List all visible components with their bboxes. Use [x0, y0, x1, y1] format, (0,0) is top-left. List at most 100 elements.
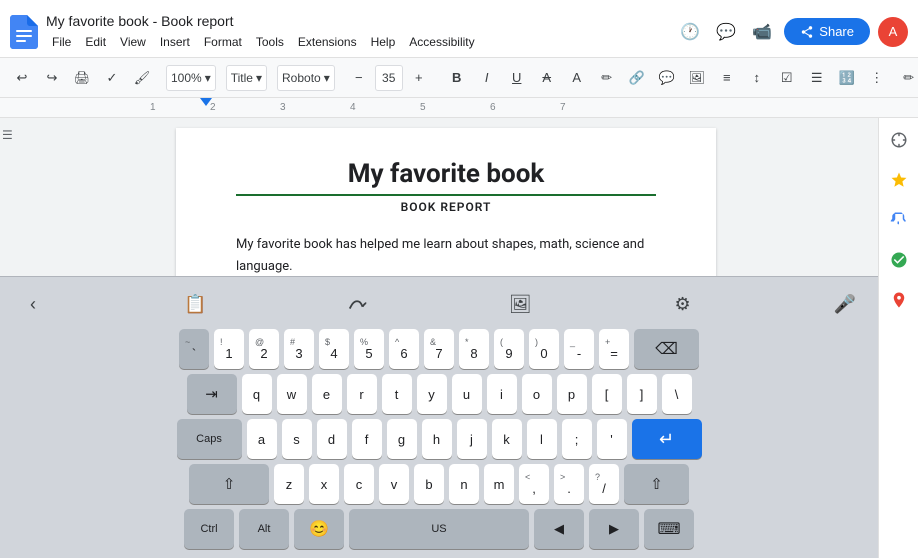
bold-button[interactable]: B [443, 64, 471, 92]
link-button[interactable]: 🔗 [623, 64, 651, 92]
numbered-list-button[interactable]: 🔢 [833, 64, 861, 92]
key-i[interactable]: i [487, 374, 517, 414]
style-select[interactable]: Title ▾ [226, 65, 267, 91]
key-semicolon[interactable]: ; [562, 419, 592, 459]
strikethrough-button[interactable]: A [533, 64, 561, 92]
key-q[interactable]: q [242, 374, 272, 414]
key-equals[interactable]: += [599, 329, 629, 369]
key-j[interactable]: j [457, 419, 487, 459]
font-select[interactable]: Roboto ▾ [277, 65, 335, 91]
key-7[interactable]: &7 [424, 329, 454, 369]
history-icon[interactable]: 🕐 [676, 18, 704, 46]
key-y[interactable]: y [417, 374, 447, 414]
keyboard-image-button[interactable]: 🖼 [503, 287, 537, 321]
zoom-select[interactable]: 100% ▾ [166, 65, 216, 91]
key-tab[interactable]: ⇥ [187, 374, 237, 414]
key-0[interactable]: )0 [529, 329, 559, 369]
document-title[interactable]: My favorite book - Book report [46, 12, 676, 30]
key-slash[interactable]: ?/ [589, 464, 619, 504]
align-button[interactable]: ≡ [713, 64, 741, 92]
key-ctrl[interactable]: Ctrl [184, 509, 234, 549]
key-5[interactable]: %5 [354, 329, 384, 369]
key-quote[interactable]: ' [597, 419, 627, 459]
pen-button[interactable]: ✏ [895, 64, 918, 92]
key-keyboard-hide[interactable]: ⌨ [644, 509, 694, 549]
menu-help[interactable]: Help [365, 33, 402, 51]
user-avatar[interactable]: A [878, 17, 908, 47]
italic-button[interactable]: I [473, 64, 501, 92]
key-z[interactable]: z [274, 464, 304, 504]
keyboard-clipboard-button[interactable]: 📋 [178, 287, 212, 321]
key-arrow-left[interactable]: ◀ [534, 509, 584, 549]
key-lbracket[interactable]: [ [592, 374, 622, 414]
outline-toggle[interactable]: ☰ [2, 128, 14, 142]
key-shift-left[interactable]: ⇧ [189, 464, 269, 504]
key-minus[interactable]: _- [564, 329, 594, 369]
increase-font-button[interactable]: + [405, 64, 433, 92]
keep-icon[interactable] [885, 206, 913, 234]
paint-format-button[interactable]: 🖌 [128, 64, 156, 92]
key-n[interactable]: n [449, 464, 479, 504]
print-button[interactable]: 🖨 [68, 64, 96, 92]
key-arrow-right[interactable]: ▶ [589, 509, 639, 549]
maps-icon[interactable] [885, 286, 913, 314]
key-a[interactable]: a [247, 419, 277, 459]
key-rbracket[interactable]: ] [627, 374, 657, 414]
key-h[interactable]: h [422, 419, 452, 459]
highlight-button[interactable]: ✏ [593, 64, 621, 92]
comment-button[interactable]: 💬 [653, 64, 681, 92]
key-enter[interactable]: ↵ [632, 419, 702, 459]
star-icon[interactable] [885, 166, 913, 194]
key-o[interactable]: o [522, 374, 552, 414]
key-x[interactable]: x [309, 464, 339, 504]
key-t[interactable]: t [382, 374, 412, 414]
keyboard-signature-button[interactable] [341, 287, 375, 321]
key-c[interactable]: c [344, 464, 374, 504]
text-color-button[interactable]: A [563, 64, 591, 92]
key-alt[interactable]: Alt [239, 509, 289, 549]
key-period[interactable]: >. [554, 464, 584, 504]
key-s[interactable]: s [282, 419, 312, 459]
checklist-button[interactable]: ☑ [773, 64, 801, 92]
tasks-icon[interactable] [885, 246, 913, 274]
key-3[interactable]: #3 [284, 329, 314, 369]
menu-view[interactable]: View [114, 33, 152, 51]
keyboard-settings-button[interactable]: ⚙ [666, 287, 700, 321]
key-f[interactable]: f [352, 419, 382, 459]
key-m[interactable]: m [484, 464, 514, 504]
spell-check-button[interactable]: ✓ [98, 64, 126, 92]
key-p[interactable]: p [557, 374, 587, 414]
key-backspace[interactable]: ⌫ [634, 329, 699, 369]
menu-extensions[interactable]: Extensions [292, 33, 363, 51]
key-g[interactable]: g [387, 419, 417, 459]
document-main-title[interactable]: My favorite book [236, 158, 656, 196]
key-r[interactable]: r [347, 374, 377, 414]
key-backslash[interactable]: \ [662, 374, 692, 414]
key-v[interactable]: v [379, 464, 409, 504]
key-l[interactable]: l [527, 419, 557, 459]
key-space[interactable]: US [349, 509, 529, 549]
menu-tools[interactable]: Tools [250, 33, 290, 51]
key-2[interactable]: @2 [249, 329, 279, 369]
key-4[interactable]: $4 [319, 329, 349, 369]
key-caps[interactable]: Caps [177, 419, 242, 459]
key-u[interactable]: u [452, 374, 482, 414]
menu-edit[interactable]: Edit [79, 33, 112, 51]
underline-button[interactable]: U [503, 64, 531, 92]
more-button[interactable]: ⋮ [863, 64, 891, 92]
key-backtick[interactable]: ~` [179, 329, 209, 369]
explore-icon[interactable] [885, 126, 913, 154]
font-size-input[interactable]: 35 [375, 65, 403, 91]
key-comma[interactable]: <, [519, 464, 549, 504]
key-w[interactable]: w [277, 374, 307, 414]
comments-icon[interactable]: 💬 [712, 18, 740, 46]
key-k[interactable]: k [492, 419, 522, 459]
menu-accessibility[interactable]: Accessibility [403, 33, 480, 51]
share-button[interactable]: Share [784, 18, 870, 45]
menu-format[interactable]: Format [198, 33, 248, 51]
menu-insert[interactable]: Insert [154, 33, 196, 51]
key-e[interactable]: e [312, 374, 342, 414]
key-b[interactable]: b [414, 464, 444, 504]
image-button[interactable]: 🖼 [683, 64, 711, 92]
key-shift-right[interactable]: ⇧ [624, 464, 689, 504]
